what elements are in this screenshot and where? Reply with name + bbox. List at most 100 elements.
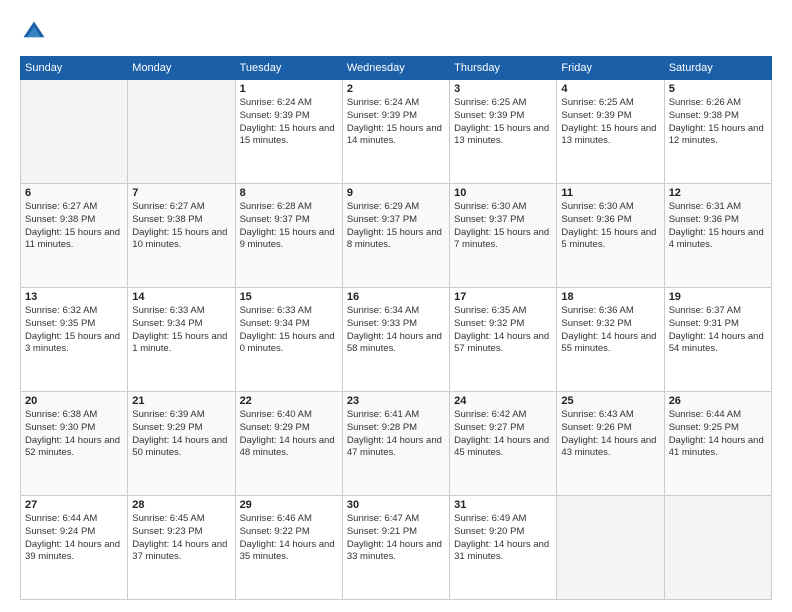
calendar-cell: 25 Sunrise: 6:43 AM Sunset: 9:26 PM Dayli… [557, 392, 664, 496]
day-info: Sunrise: 6:27 AM Sunset: 9:38 PM Dayligh… [25, 201, 123, 252]
day-info: Sunrise: 6:30 AM Sunset: 9:37 PM Dayligh… [454, 201, 552, 252]
calendar-cell: 29Sunrise: 6:46 AM Sunset: 9:22 PM Dayli… [235, 496, 342, 600]
week-row-1: 1Sunrise: 6:24 AM Sunset: 9:39 PM Daylig… [21, 80, 772, 184]
calendar-cell: 24 Sunrise: 6:42 AM Sunset: 9:27 PM Dayli… [450, 392, 557, 496]
calendar-cell: 21 Sunrise: 6:39 AM Sunset: 9:29 PM Dayli… [128, 392, 235, 496]
day-info: Sunrise: 6:37 AM Sunset: 9:31 PM Dayligh… [669, 305, 767, 356]
weekday-header-sunday: Sunday [21, 57, 128, 80]
day-info: Sunrise: 6:28 AM Sunset: 9:37 PM Dayligh… [240, 201, 338, 252]
day-info: Sunrise: 6:38 AM Sunset: 9:30 PM Dayligh… [25, 409, 123, 460]
day-info: Sunrise: 6:25 AM Sunset: 9:39 PM Dayligh… [454, 97, 552, 148]
calendar-cell: 13 Sunrise: 6:32 AM Sunset: 9:35 PM Dayli… [21, 288, 128, 392]
calendar-cell: 23Sunrise: 6:41 AM Sunset: 9:28 PM Dayli… [342, 392, 449, 496]
page-header [20, 18, 772, 46]
day-number: 4 [561, 83, 659, 95]
calendar-cell: 26Sunrise: 6:44 AM Sunset: 9:25 PM Dayli… [664, 392, 771, 496]
day-number: 24 [454, 395, 552, 407]
calendar-table: SundayMondayTuesdayWednesdayThursdayFrid… [20, 56, 772, 600]
day-info: Sunrise: 6:36 AM Sunset: 9:32 PM Dayligh… [561, 305, 659, 356]
weekday-header-monday: Monday [128, 57, 235, 80]
day-info: Sunrise: 6:39 AM Sunset: 9:29 PM Dayligh… [132, 409, 230, 460]
day-info: Sunrise: 6:33 AM Sunset: 9:34 PM Dayligh… [132, 305, 230, 356]
calendar-cell [128, 80, 235, 184]
weekday-header-tuesday: Tuesday [235, 57, 342, 80]
day-number: 31 [454, 499, 552, 511]
day-number: 15 [240, 291, 338, 303]
day-number: 28 [132, 499, 230, 511]
day-info: Sunrise: 6:46 AM Sunset: 9:22 PM Dayligh… [240, 513, 338, 564]
calendar-cell: 31 Sunrise: 6:49 AM Sunset: 9:20 PM Dayli… [450, 496, 557, 600]
day-info: Sunrise: 6:27 AM Sunset: 9:38 PM Dayligh… [132, 201, 230, 252]
day-info: Sunrise: 6:41 AM Sunset: 9:28 PM Dayligh… [347, 409, 445, 460]
day-info: Sunrise: 6:44 AM Sunset: 9:25 PM Dayligh… [669, 409, 767, 460]
day-number: 11 [561, 187, 659, 199]
day-number: 5 [669, 83, 767, 95]
day-number: 19 [669, 291, 767, 303]
calendar-cell: 19 Sunrise: 6:37 AM Sunset: 9:31 PM Dayli… [664, 288, 771, 392]
day-info: Sunrise: 6:45 AM Sunset: 9:23 PM Dayligh… [132, 513, 230, 564]
calendar-cell: 9 Sunrise: 6:29 AM Sunset: 9:37 PM Daylig… [342, 184, 449, 288]
calendar-cell: 8 Sunrise: 6:28 AM Sunset: 9:37 PM Daylig… [235, 184, 342, 288]
day-number: 16 [347, 291, 445, 303]
day-number: 12 [669, 187, 767, 199]
calendar-cell [664, 496, 771, 600]
calendar-cell: 15 Sunrise: 6:33 AM Sunset: 9:34 PM Dayli… [235, 288, 342, 392]
week-row-2: 6 Sunrise: 6:27 AM Sunset: 9:38 PM Daylig… [21, 184, 772, 288]
weekday-header-row: SundayMondayTuesdayWednesdayThursdayFrid… [21, 57, 772, 80]
day-info: Sunrise: 6:43 AM Sunset: 9:26 PM Dayligh… [561, 409, 659, 460]
day-info: Sunrise: 6:34 AM Sunset: 9:33 PM Dayligh… [347, 305, 445, 356]
calendar-cell: 7 Sunrise: 6:27 AM Sunset: 9:38 PM Daylig… [128, 184, 235, 288]
calendar-cell: 10 Sunrise: 6:30 AM Sunset: 9:37 PM Dayli… [450, 184, 557, 288]
day-number: 30 [347, 499, 445, 511]
day-number: 17 [454, 291, 552, 303]
day-info: Sunrise: 6:42 AM Sunset: 9:27 PM Dayligh… [454, 409, 552, 460]
calendar-cell: 12Sunrise: 6:31 AM Sunset: 9:36 PM Dayli… [664, 184, 771, 288]
calendar-cell: 18Sunrise: 6:36 AM Sunset: 9:32 PM Dayli… [557, 288, 664, 392]
weekday-header-saturday: Saturday [664, 57, 771, 80]
day-number: 14 [132, 291, 230, 303]
day-info: Sunrise: 6:44 AM Sunset: 9:24 PM Dayligh… [25, 513, 123, 564]
calendar-cell [557, 496, 664, 600]
weekday-header-thursday: Thursday [450, 57, 557, 80]
calendar-cell: 22Sunrise: 6:40 AM Sunset: 9:29 PM Dayli… [235, 392, 342, 496]
day-info: Sunrise: 6:24 AM Sunset: 9:39 PM Dayligh… [240, 97, 338, 148]
day-info: Sunrise: 6:47 AM Sunset: 9:21 PM Dayligh… [347, 513, 445, 564]
day-info: Sunrise: 6:25 AM Sunset: 9:39 PM Dayligh… [561, 97, 659, 148]
day-info: Sunrise: 6:32 AM Sunset: 9:35 PM Dayligh… [25, 305, 123, 356]
day-number: 13 [25, 291, 123, 303]
calendar-cell: 27Sunrise: 6:44 AM Sunset: 9:24 PM Dayli… [21, 496, 128, 600]
day-number: 7 [132, 187, 230, 199]
calendar-cell: 1Sunrise: 6:24 AM Sunset: 9:39 PM Daylig… [235, 80, 342, 184]
calendar-cell: 2Sunrise: 6:24 AM Sunset: 9:39 PM Daylig… [342, 80, 449, 184]
day-info: Sunrise: 6:35 AM Sunset: 9:32 PM Dayligh… [454, 305, 552, 356]
calendar-cell: 16 Sunrise: 6:34 AM Sunset: 9:33 PM Dayli… [342, 288, 449, 392]
day-number: 21 [132, 395, 230, 407]
day-info: Sunrise: 6:29 AM Sunset: 9:37 PM Dayligh… [347, 201, 445, 252]
calendar-cell [21, 80, 128, 184]
day-number: 6 [25, 187, 123, 199]
calendar-cell: 30 Sunrise: 6:47 AM Sunset: 9:21 PM Dayli… [342, 496, 449, 600]
calendar-cell: 5 Sunrise: 6:26 AM Sunset: 9:38 PM Daylig… [664, 80, 771, 184]
day-number: 3 [454, 83, 552, 95]
day-number: 2 [347, 83, 445, 95]
day-number: 9 [347, 187, 445, 199]
calendar-cell: 3 Sunrise: 6:25 AM Sunset: 9:39 PM Daylig… [450, 80, 557, 184]
calendar-cell: 11Sunrise: 6:30 AM Sunset: 9:36 PM Dayli… [557, 184, 664, 288]
calendar-cell: 20 Sunrise: 6:38 AM Sunset: 9:30 PM Dayli… [21, 392, 128, 496]
week-row-4: 20 Sunrise: 6:38 AM Sunset: 9:30 PM Dayli… [21, 392, 772, 496]
calendar-cell: 28 Sunrise: 6:45 AM Sunset: 9:23 PM Dayli… [128, 496, 235, 600]
day-number: 8 [240, 187, 338, 199]
calendar-cell: 4 Sunrise: 6:25 AM Sunset: 9:39 PM Daylig… [557, 80, 664, 184]
day-info: Sunrise: 6:33 AM Sunset: 9:34 PM Dayligh… [240, 305, 338, 356]
weekday-header-friday: Friday [557, 57, 664, 80]
weekday-header-wednesday: Wednesday [342, 57, 449, 80]
day-number: 20 [25, 395, 123, 407]
calendar-cell: 17 Sunrise: 6:35 AM Sunset: 9:32 PM Dayli… [450, 288, 557, 392]
day-number: 22 [240, 395, 338, 407]
day-number: 25 [561, 395, 659, 407]
day-info: Sunrise: 6:49 AM Sunset: 9:20 PM Dayligh… [454, 513, 552, 564]
day-info: Sunrise: 6:26 AM Sunset: 9:38 PM Dayligh… [669, 97, 767, 148]
week-row-5: 27Sunrise: 6:44 AM Sunset: 9:24 PM Dayli… [21, 496, 772, 600]
day-number: 10 [454, 187, 552, 199]
calendar-cell: 14 Sunrise: 6:33 AM Sunset: 9:34 PM Dayli… [128, 288, 235, 392]
